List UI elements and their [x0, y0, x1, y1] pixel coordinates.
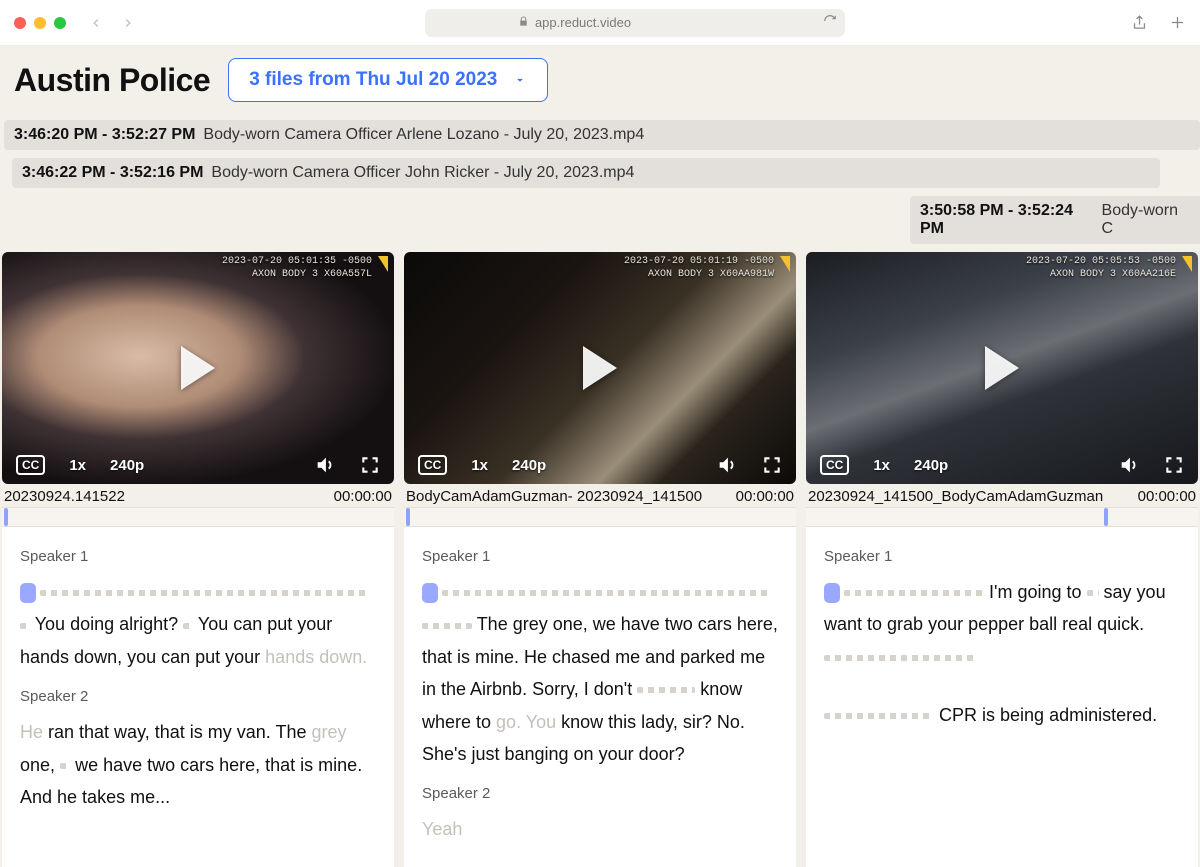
play-icon[interactable]: [181, 346, 215, 390]
transcript-line[interactable]: [422, 576, 778, 608]
video-filename: 20230924_141500_BodyCamAdamGuzman: [808, 488, 1103, 505]
video-controls: CC 1x 240p: [2, 454, 394, 476]
video-meta: 20230924_141500_BodyCamAdamGuzman 00:00:…: [806, 484, 1198, 507]
file-select-label: 3 files from Thu Jul 20 2023: [249, 69, 497, 91]
transcript-line[interactable]: [20, 576, 376, 608]
play-icon[interactable]: [583, 346, 617, 390]
transcript-line[interactable]: CPR is being administered.: [824, 699, 1180, 731]
transcript-line[interactable]: He ran that way, that is my van. The gre…: [20, 716, 376, 813]
speaker-label: Speaker 1: [422, 543, 778, 570]
file-name: Body-worn Camera Officer John Ricker - J…: [211, 164, 634, 182]
transcript-marker-icon[interactable]: [20, 583, 36, 603]
video-player[interactable]: 2023-07-20 05:05:53 -0500 AXON BODY 3 X6…: [806, 252, 1198, 484]
video-filename: 20230924.141522: [4, 488, 125, 505]
video-controls: CC 1x 240p: [806, 454, 1198, 476]
speaker-label: Speaker 1: [824, 543, 1180, 570]
new-tab-icon[interactable]: [1168, 14, 1186, 32]
url-text: app.reduct.video: [535, 15, 631, 30]
chevron-down-icon: [513, 73, 527, 87]
fullscreen-icon[interactable]: [1164, 455, 1184, 475]
video-controls: CC 1x 240p: [404, 454, 796, 476]
playhead-marker[interactable]: [4, 508, 8, 526]
file-bar[interactable]: 3:46:22 PM - 3:52:16 PM Body-worn Camera…: [12, 158, 1160, 188]
video-player[interactable]: 2023-07-20 05:01:35 -0500 AXON BODY 3 X6…: [2, 252, 394, 484]
app-header: Austin Police 3 files from Thu Jul 20 20…: [0, 46, 1200, 114]
file-time-range: 3:46:22 PM - 3:52:16 PM: [22, 164, 203, 182]
transcript-marker-icon[interactable]: [824, 583, 840, 603]
video-panels: 2023-07-20 05:01:35 -0500 AXON BODY 3 X6…: [0, 252, 1200, 867]
file-bar[interactable]: 3:50:58 PM - 3:52:24 PM Body-worn C: [910, 196, 1200, 244]
file-select-dropdown[interactable]: 3 files from Thu Jul 20 2023: [228, 58, 548, 102]
playhead-marker[interactable]: [406, 508, 410, 526]
timeline-ruler[interactable]: [806, 507, 1198, 527]
transcript-marker-icon[interactable]: [422, 583, 438, 603]
file-name: Body-worn C: [1102, 202, 1190, 238]
axon-badge-icon: [1182, 256, 1192, 272]
playback-speed-button[interactable]: 1x: [69, 457, 86, 474]
video-timecode: 00:00:00: [736, 488, 794, 505]
video-panel: 2023-07-20 05:01:19 -0500 AXON BODY 3 X6…: [404, 252, 796, 867]
axon-badge-icon: [378, 256, 388, 272]
page-title: Austin Police: [14, 62, 210, 99]
forward-button[interactable]: [116, 11, 140, 35]
video-panel: 2023-07-20 05:01:35 -0500 AXON BODY 3 X6…: [2, 252, 394, 867]
transcript[interactable]: Speaker 1 You doing alright? You can put…: [2, 527, 394, 867]
window-controls: [14, 17, 66, 29]
video-timestamp-overlay: 2023-07-20 05:05:53 -0500 AXON BODY 3 X6…: [1026, 256, 1176, 281]
quality-button[interactable]: 240p: [914, 457, 948, 474]
playback-speed-button[interactable]: 1x: [471, 457, 488, 474]
video-meta: BodyCamAdamGuzman- 20230924_141500 00:00…: [404, 484, 796, 507]
quality-button[interactable]: 240p: [110, 457, 144, 474]
captions-button[interactable]: CC: [820, 455, 849, 475]
video-timecode: 00:00:00: [1138, 488, 1196, 505]
video-timecode: 00:00:00: [334, 488, 392, 505]
speaker-label: Speaker 2: [20, 683, 376, 710]
file-time-range: 3:46:20 PM - 3:52:27 PM: [14, 126, 195, 144]
timeline-ruler[interactable]: [2, 507, 394, 527]
video-player[interactable]: 2023-07-20 05:01:19 -0500 AXON BODY 3 X6…: [404, 252, 796, 484]
close-window-button[interactable]: [14, 17, 26, 29]
quality-button[interactable]: 240p: [512, 457, 546, 474]
captions-button[interactable]: CC: [418, 455, 447, 475]
maximize-window-button[interactable]: [54, 17, 66, 29]
video-meta: 20230924.141522 00:00:00: [2, 484, 394, 507]
volume-icon[interactable]: [314, 454, 336, 476]
speaker-label: Speaker 2: [422, 780, 778, 807]
refresh-icon[interactable]: [823, 14, 837, 31]
transcript[interactable]: Speaker 1 I'm going to say you want to g…: [806, 527, 1198, 867]
fullscreen-icon[interactable]: [762, 455, 782, 475]
volume-icon[interactable]: [1118, 454, 1140, 476]
transcript-line[interactable]: Yeah: [422, 813, 778, 845]
play-icon[interactable]: [985, 346, 1019, 390]
speaker-label: Speaker 1: [20, 543, 376, 570]
transcript[interactable]: Speaker 1 The grey one, we have two cars…: [404, 527, 796, 867]
lock-icon: [518, 16, 529, 30]
captions-button[interactable]: CC: [16, 455, 45, 475]
volume-icon[interactable]: [716, 454, 738, 476]
file-bar[interactable]: 3:46:20 PM - 3:52:27 PM Body-worn Camera…: [4, 120, 1200, 150]
video-timestamp-overlay: 2023-07-20 05:01:19 -0500 AXON BODY 3 X6…: [624, 256, 774, 281]
video-panel: 2023-07-20 05:05:53 -0500 AXON BODY 3 X6…: [806, 252, 1198, 867]
share-icon[interactable]: [1130, 14, 1148, 32]
transcript-line[interactable]: I'm going to say you want to grab your p…: [824, 576, 1180, 673]
axon-badge-icon: [780, 256, 790, 272]
timeline-ruler[interactable]: [404, 507, 796, 527]
video-timestamp-overlay: 2023-07-20 05:01:35 -0500 AXON BODY 3 X6…: [222, 256, 372, 281]
playback-speed-button[interactable]: 1x: [873, 457, 890, 474]
file-name: Body-worn Camera Officer Arlene Lozano -…: [203, 126, 644, 144]
playhead-marker[interactable]: [1104, 508, 1108, 526]
video-filename: BodyCamAdamGuzman- 20230924_141500: [406, 488, 702, 505]
fullscreen-icon[interactable]: [360, 455, 380, 475]
browser-toolbar: app.reduct.video: [0, 0, 1200, 46]
minimize-window-button[interactable]: [34, 17, 46, 29]
file-timeline: 3:46:20 PM - 3:52:27 PM Body-worn Camera…: [0, 114, 1200, 252]
transcript-line[interactable]: You doing alright? You can put your hand…: [20, 608, 376, 673]
back-button[interactable]: [84, 11, 108, 35]
file-time-range: 3:50:58 PM - 3:52:24 PM: [920, 202, 1094, 238]
transcript-line[interactable]: The grey one, we have two cars here, tha…: [422, 608, 778, 770]
address-bar[interactable]: app.reduct.video: [425, 9, 845, 37]
